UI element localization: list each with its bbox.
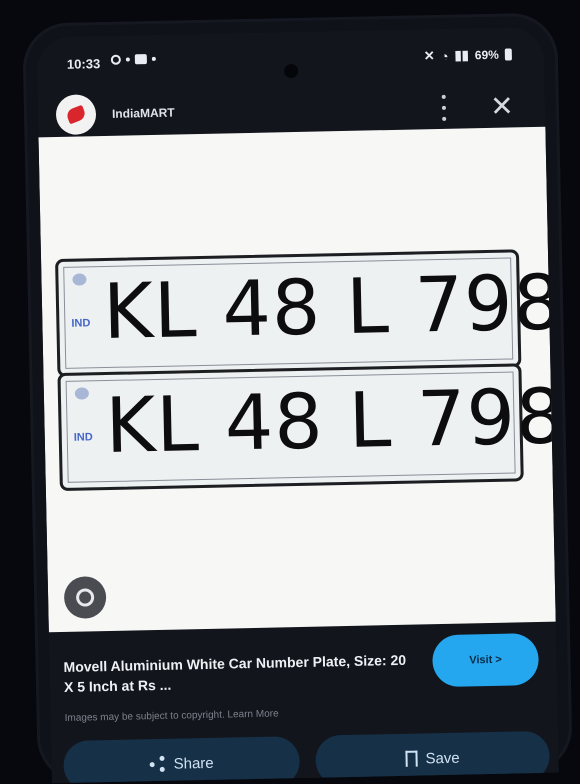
whatsapp-icon bbox=[110, 54, 121, 65]
notification-icons bbox=[110, 54, 156, 65]
battery-level: 69% bbox=[474, 47, 500, 63]
more-vert-icon[interactable] bbox=[435, 94, 454, 121]
source-name[interactable]: IndiaMART bbox=[112, 106, 175, 121]
save-label: Save bbox=[425, 749, 460, 767]
message-icon bbox=[134, 54, 147, 65]
lens-result-header: IndiaMART ✕ bbox=[37, 75, 545, 136]
lens-search-button[interactable] bbox=[63, 576, 107, 619]
signal-icon: ▮▮ bbox=[454, 47, 469, 63]
lens-icon bbox=[75, 588, 95, 607]
result-image[interactable]: IND KL 48 L 7987 IND KL 48 L 7987 bbox=[38, 126, 559, 633]
hologram-icon bbox=[74, 387, 89, 400]
mute-icon: ✕ bbox=[423, 48, 435, 64]
wifi-icon: ◔ bbox=[440, 48, 449, 64]
plate-country-code: IND bbox=[73, 431, 93, 444]
plate-registration: KL 48 L 7987 bbox=[104, 370, 559, 471]
system-icons: ✕ ◔ ▮▮ 69% bbox=[424, 46, 512, 64]
close-icon[interactable]: ✕ bbox=[489, 90, 516, 121]
number-plate-bottom: IND KL 48 L 7987 bbox=[57, 363, 559, 491]
share-label: Share bbox=[173, 754, 214, 773]
copyright-notice[interactable]: Images may be subject to copyright. Lear… bbox=[65, 708, 279, 723]
plate-registration: KL 48 L 7987 bbox=[102, 256, 559, 357]
number-plate-top: IND KL 48 L 7987 bbox=[55, 249, 559, 378]
status-time: 10:33 bbox=[66, 56, 101, 72]
phone-frame: 10:33 ✕ ◔ ▮▮ 69% IndiaMART ✕ IND KL 48 L… bbox=[22, 12, 573, 784]
result-title[interactable]: Movell Aluminium White Car Number Plate,… bbox=[63, 650, 414, 697]
dot-icon bbox=[125, 57, 130, 62]
share-button[interactable]: Share bbox=[63, 736, 301, 784]
indiamart-logo-icon bbox=[65, 104, 87, 125]
status-bar: 10:33 ✕ ◔ ▮▮ 69% bbox=[37, 45, 544, 79]
screen: 10:33 ✕ ◔ ▮▮ 69% IndiaMART ✕ IND KL 48 L… bbox=[36, 26, 559, 784]
battery-icon bbox=[504, 48, 512, 61]
dot-icon bbox=[151, 56, 156, 61]
share-icon bbox=[149, 755, 165, 772]
hologram-icon bbox=[72, 273, 87, 286]
front-camera bbox=[283, 63, 298, 79]
plate-country-code: IND bbox=[71, 317, 91, 330]
visit-button[interactable]: Visit > bbox=[431, 633, 540, 688]
source-logo[interactable] bbox=[55, 94, 97, 135]
save-button[interactable]: Save bbox=[315, 730, 551, 784]
